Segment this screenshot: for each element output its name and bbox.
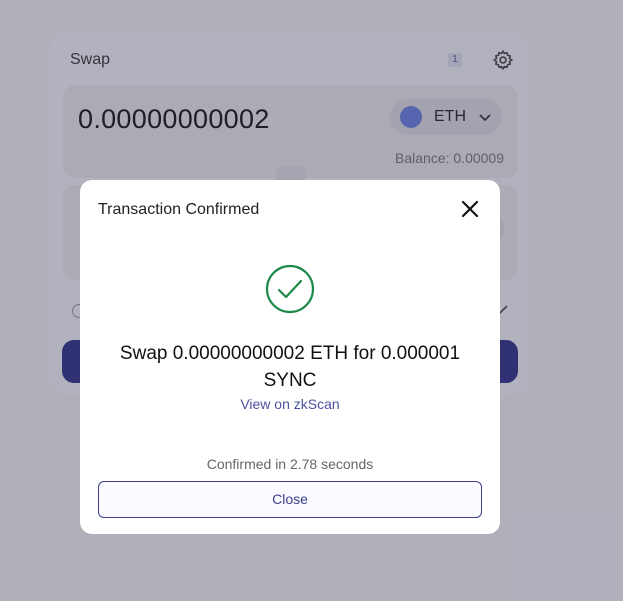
modal-title: Transaction Confirmed — [98, 201, 260, 218]
view-on-zkscan-link[interactable]: View on zkScan — [80, 396, 500, 412]
transaction-confirmed-modal: Transaction Confirmed Swap 0.00000000002… — [80, 180, 500, 534]
swap-summary-line1: Swap 0.00000000002 ETH for 0.000001 — [119, 343, 461, 364]
confirmed-time: Confirmed in 2.78 seconds — [206, 456, 374, 472]
success-check-icon — [265, 264, 315, 314]
swap-summary: Swap 0.00000000002 ETH for 0.000001 SYNC — [100, 340, 480, 394]
swap-summary-line2: SYNC — [263, 370, 317, 391]
close-button[interactable]: Close — [98, 481, 482, 518]
close-icon[interactable] — [460, 199, 480, 219]
